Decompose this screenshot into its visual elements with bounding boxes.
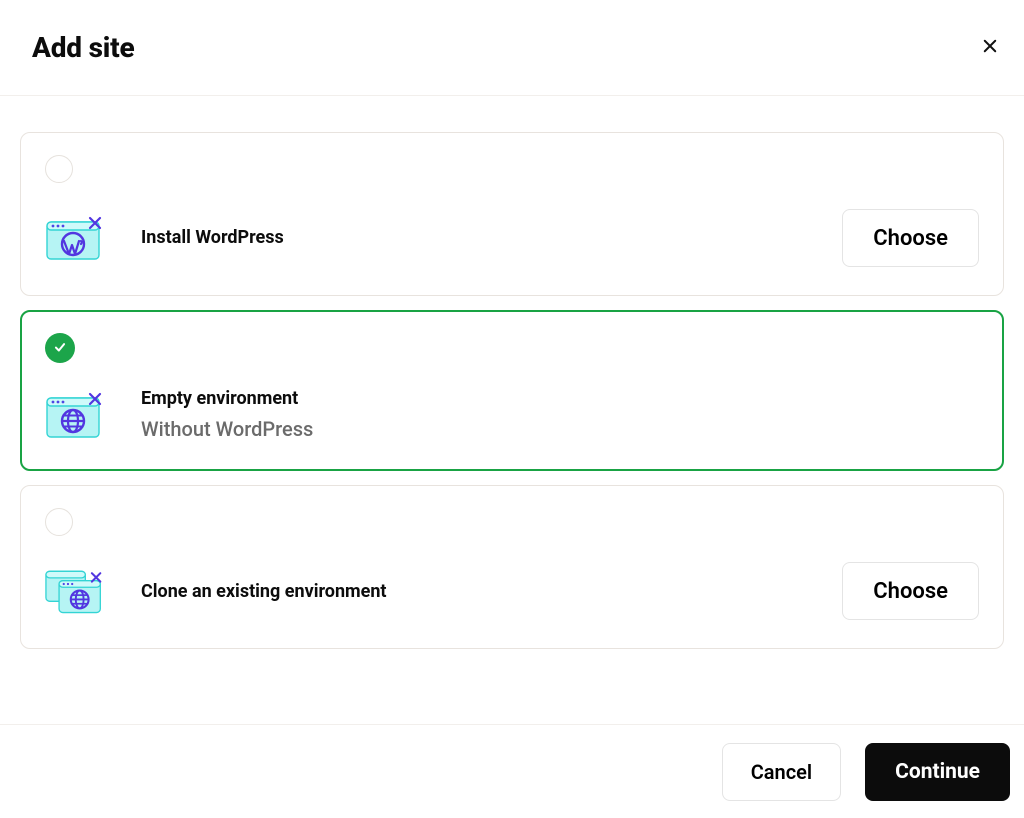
option-labels: Empty environment Without WordPress — [141, 387, 979, 442]
option-clone-environment[interactable]: Clone an existing environment Choose — [20, 485, 1004, 649]
dialog-header: Add site — [0, 0, 1024, 96]
close-icon — [981, 37, 999, 58]
dialog-body: Install WordPress Choose — [0, 96, 1024, 724]
option-labels: Clone an existing environment — [141, 580, 806, 603]
check-icon — [53, 339, 67, 358]
empty-environment-icon — [45, 392, 105, 438]
add-site-dialog: Add site — [0, 0, 1024, 818]
radio-unchecked[interactable] — [45, 508, 73, 536]
install-wordpress-icon — [45, 215, 105, 261]
option-title: Empty environment — [141, 387, 979, 410]
option-labels: Install WordPress — [141, 226, 806, 249]
dialog-title: Add site — [32, 31, 134, 64]
option-row: Clone an existing environment Choose — [45, 562, 979, 620]
dialog-footer: Cancel Continue — [0, 724, 1024, 818]
radio-checked[interactable] — [45, 333, 75, 363]
option-empty-environment[interactable]: Empty environment Without WordPress — [20, 310, 1004, 471]
continue-button[interactable]: Continue — [865, 743, 1010, 801]
option-row: Empty environment Without WordPress — [45, 387, 979, 442]
choose-button[interactable]: Choose — [842, 209, 979, 267]
option-title: Install WordPress — [141, 226, 806, 249]
cancel-button[interactable]: Cancel — [722, 743, 841, 801]
close-button[interactable] — [972, 30, 1008, 66]
radio-unchecked[interactable] — [45, 155, 73, 183]
option-install-wordpress[interactable]: Install WordPress Choose — [20, 132, 1004, 296]
option-title: Clone an existing environment — [141, 580, 806, 603]
choose-button[interactable]: Choose — [842, 562, 979, 620]
clone-environment-icon — [45, 568, 105, 614]
option-subtitle: Without WordPress — [141, 416, 979, 442]
option-row: Install WordPress Choose — [45, 209, 979, 267]
